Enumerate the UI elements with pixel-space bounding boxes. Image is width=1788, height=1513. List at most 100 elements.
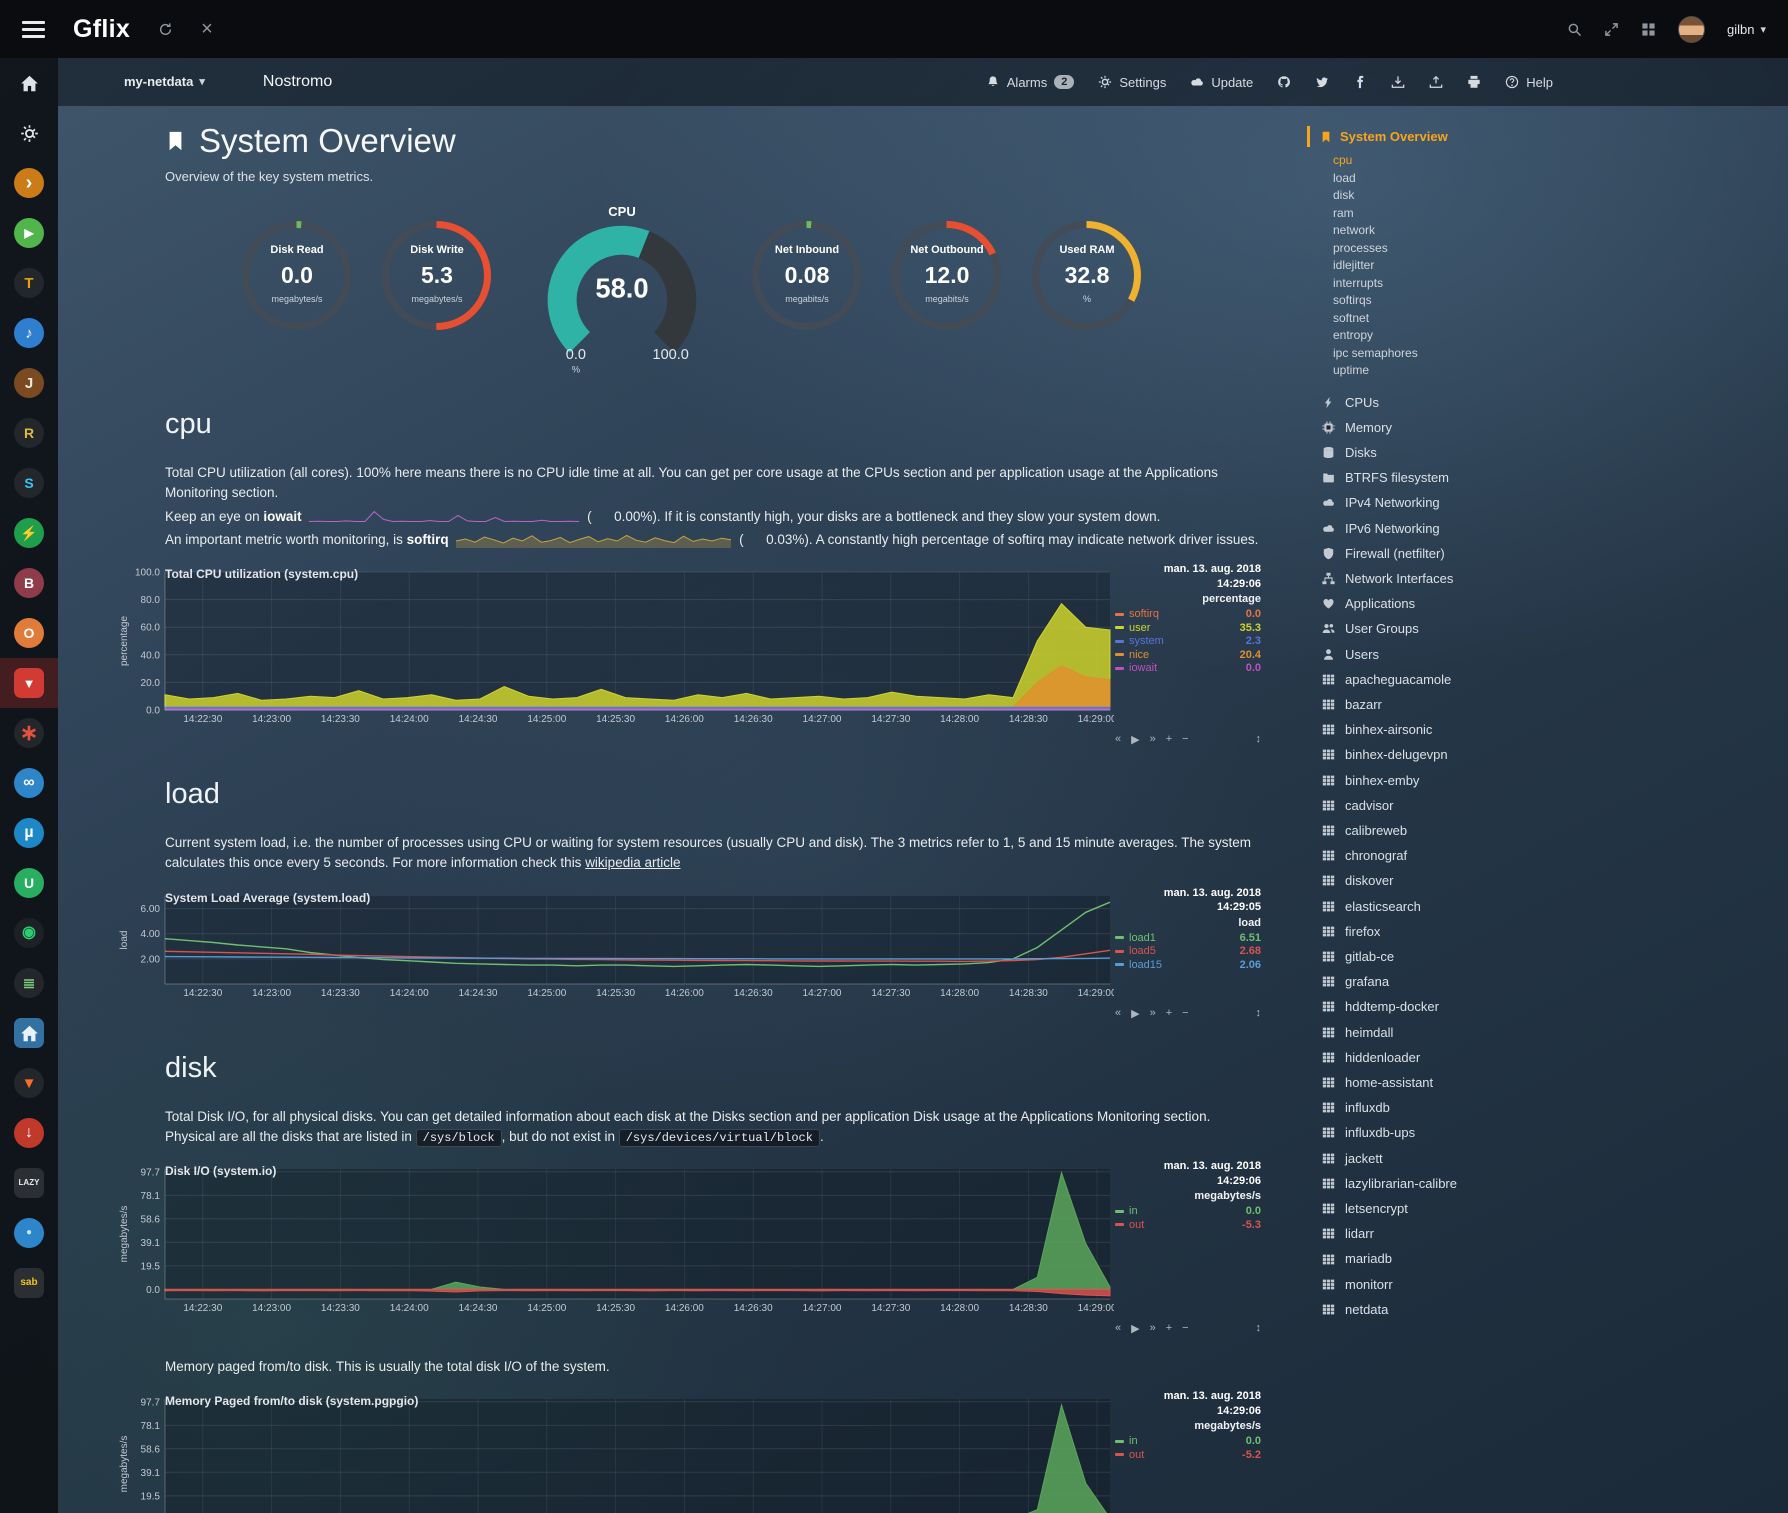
rail-app-sonarr[interactable]: S [0,458,58,508]
rail-app-utorrent[interactable]: µ [0,808,58,858]
menu-app-binhex-emby[interactable]: binhex-emby [1320,768,1620,793]
menu-sub-entropy[interactable]: entropy [1333,327,1620,345]
rail-app-bolt[interactable]: ⚡ [0,508,58,558]
chart-tool-0[interactable]: « [1115,1007,1121,1020]
menu-app-lidarr[interactable]: lidarr [1320,1221,1620,1246]
gauge-cpu[interactable]: CPU58.00.0100.0% [519,204,725,376]
menu-sub-interrupts[interactable]: interrupts [1333,275,1620,293]
menu-user-groups[interactable]: User Groups [1320,616,1620,641]
rail-app-asterisk[interactable]: ∗ [0,708,58,758]
chart-tool-2[interactable]: » [1150,1007,1156,1020]
rail-app-tautulli[interactable]: T [0,258,58,308]
rail-app-sync[interactable]: ∞ [0,758,58,808]
chart-tool-4[interactable]: − [1182,733,1188,746]
menu-app-bazarr[interactable]: bazarr [1320,692,1620,717]
rail-app-ubooquity[interactable]: U [0,858,58,908]
menu-app-lazylibrarian-calibre[interactable]: lazylibrarian-calibre [1320,1171,1620,1196]
chart-resize-handle[interactable]: ↕ [1256,733,1262,746]
chart-tool-2[interactable]: » [1150,1322,1156,1335]
menu-app-home-assistant[interactable]: home-assistant [1320,1070,1620,1095]
chart-tool-3[interactable]: + [1166,1007,1172,1020]
chart-tool-1[interactable]: ▶ [1131,1007,1139,1020]
chart-plot-area[interactable]: 0.019.539.158.678.197.714:22:3014:23:001… [117,1163,1265,1317]
gauge-net-outbound[interactable]: Net Outbound12.0megabits/s [889,204,1005,354]
ndh-github[interactable] [1277,75,1291,89]
ndh-update[interactable]: Update [1190,75,1253,90]
menu-sub-ipc-semaphores[interactable]: ipc semaphores [1333,345,1620,363]
avatar[interactable] [1678,16,1705,43]
menu-app-apacheguacamole[interactable]: apacheguacamole [1320,667,1620,692]
rail-app-shield[interactable]: ▼ [0,658,58,708]
menu-applications[interactable]: Applications [1320,591,1620,616]
hamburger-menu-icon[interactable] [22,21,45,38]
rail-app-heimdall[interactable] [0,1008,58,1058]
menu-memory[interactable]: Memory [1320,415,1620,440]
menu-ipv4-networking[interactable]: IPv4 Networking [1320,490,1620,515]
chart-tool-4[interactable]: − [1182,1322,1188,1335]
user-menu[interactable]: gilbn [1727,22,1766,37]
chart-system-pgpgio[interactable]: Memory Paged from/to disk (system.pgpgio… [117,1393,1265,1513]
menu-sub-idlejitter[interactable]: idlejitter [1333,257,1620,275]
rail-app-greendot[interactable]: ◉ [0,908,58,958]
menu-app-heimdall[interactable]: heimdall [1320,1020,1620,1045]
chart-tool-3[interactable]: + [1166,1322,1172,1335]
rail-app-airsonic[interactable]: ♪ [0,308,58,358]
rail-app-radarr[interactable]: R [0,408,58,458]
menu-system-overview[interactable]: System Overview [1307,126,1620,147]
menu-sub-network[interactable]: network [1333,222,1620,240]
chart-tool-4[interactable]: − [1182,1007,1188,1020]
gauge-used-ram[interactable]: Used RAM32.8% [1029,204,1145,354]
gauge-net-inbound[interactable]: Net Inbound0.08megabits/s [749,204,865,354]
rail-app-emby[interactable]: ▶ [0,208,58,258]
ndh-twitter[interactable] [1315,75,1329,89]
rail-app-drop[interactable]: ● [0,1208,58,1258]
menu-app-diskover[interactable]: diskover [1320,868,1620,893]
rail-settings[interactable] [0,108,58,158]
chart-plot-area[interactable]: 2.004.006.0014:22:3014:23:0014:23:3014:2… [117,890,1265,1002]
close-icon[interactable]: × [201,19,213,39]
wikipedia-link[interactable]: wikipedia article [585,855,680,870]
chart-plot-area[interactable]: 0.019.539.158.678.197.714:22:3014:23:001… [117,1393,1265,1513]
menu-sub-uptime[interactable]: uptime [1333,362,1620,380]
menu-btrfs-filesystem[interactable]: BTRFS filesystem [1320,465,1620,490]
menu-sub-load[interactable]: load [1333,170,1620,188]
rail-home[interactable] [0,58,58,108]
menu-app-cadvisor[interactable]: cadvisor [1320,793,1620,818]
rail-app-download[interactable]: ↓ [0,1108,58,1158]
ndh-alarms[interactable]: Alarms2 [986,75,1075,90]
menu-app-mariadb[interactable]: mariadb [1320,1246,1620,1271]
menu-app-hddtemp-docker[interactable]: hddtemp-docker [1320,994,1620,1019]
menu-network-interfaces[interactable]: Network Interfaces [1320,566,1620,591]
menu-app-binhex-delugevpn[interactable]: binhex-delugevpn [1320,742,1620,767]
chart-plot-area[interactable]: 0.020.040.060.080.0100.014:22:3014:23:00… [117,566,1265,728]
menu-sub-ram[interactable]: ram [1333,205,1620,223]
rail-app-sabnzbd[interactable]: sab [0,1258,58,1308]
menu-sub-disk[interactable]: disk [1333,187,1620,205]
menu-app-influxdb[interactable]: influxdb [1320,1095,1620,1120]
rail-app-octo[interactable]: O [0,608,58,658]
rail-app-bars[interactable]: ≣ [0,958,58,1008]
menu-app-gitlab-ce[interactable]: gitlab-ce [1320,944,1620,969]
rail-app-lazylibrarian[interactable]: LAZY [0,1158,58,1208]
chart-tool-1[interactable]: ▶ [1131,1322,1139,1335]
menu-app-calibreweb[interactable]: calibreweb [1320,818,1620,843]
menu-app-influxdb-ups[interactable]: influxdb-ups [1320,1120,1620,1145]
ndh-facebook[interactable] [1353,75,1367,89]
chart-tool-1[interactable]: ▶ [1131,733,1139,746]
menu-users[interactable]: Users [1320,642,1620,667]
ndh-export[interactable] [1429,75,1443,89]
menu-app-elasticsearch[interactable]: elasticsearch [1320,894,1620,919]
menu-ipv6-networking[interactable]: IPv6 Networking [1320,516,1620,541]
menu-app-chronograf[interactable]: chronograf [1320,843,1620,868]
chart-resize-handle[interactable]: ↕ [1256,1322,1262,1335]
menu-app-jackett[interactable]: jackett [1320,1146,1620,1171]
chart-resize-handle[interactable]: ↕ [1256,1007,1262,1020]
chart-tool-2[interactable]: » [1150,733,1156,746]
my-netdata-menu[interactable]: my-netdata [124,74,205,89]
menu-sub-softnet[interactable]: softnet [1333,310,1620,328]
chart-tool-3[interactable]: + [1166,733,1172,746]
menu-firewall-netfilter[interactable]: Firewall (netfilter) [1320,541,1620,566]
menu-sub-cpu[interactable]: cpu [1333,152,1620,170]
menu-app-firefox[interactable]: firefox [1320,919,1620,944]
rail-app-plex[interactable]: › [0,158,58,208]
